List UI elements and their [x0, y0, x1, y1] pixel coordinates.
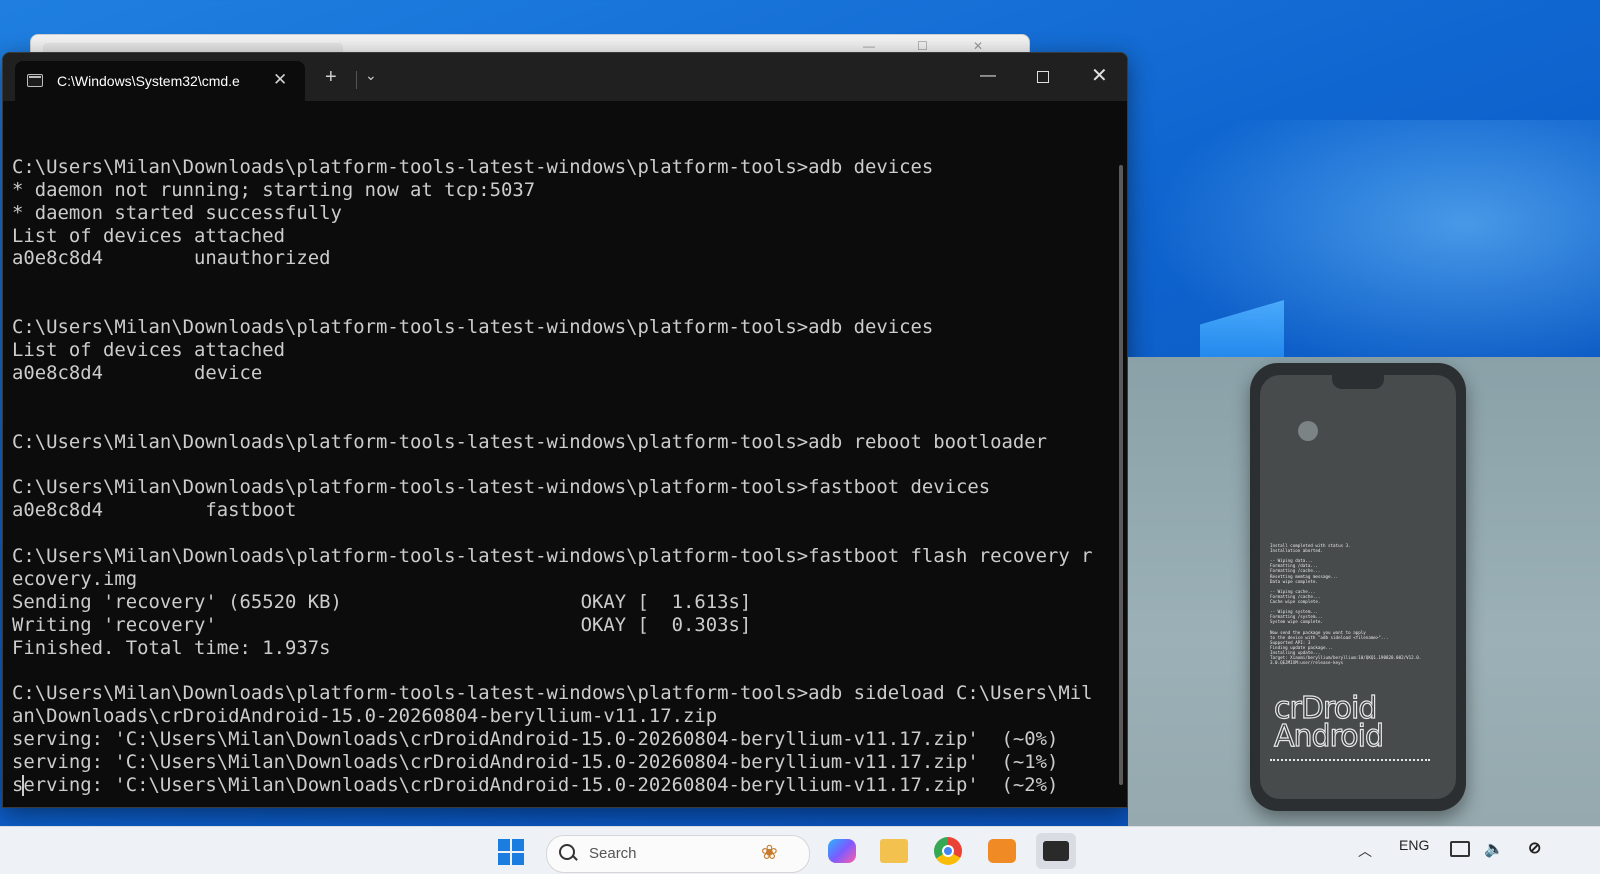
chevron-down-icon[interactable]: ⌄ — [365, 67, 377, 84]
tab-cmd[interactable]: C:\Windows\System32\cmd.e ✕ — [15, 61, 305, 101]
phone-screen: Install completed with status 3. Install… — [1260, 375, 1456, 799]
console-line: C:\Users\Milan\Downloads\platform-tools-… — [12, 476, 991, 499]
notification-icon[interactable]: ⊘ — [1528, 838, 1541, 858]
store-icon[interactable] — [988, 839, 1016, 863]
cmd-icon — [27, 74, 43, 87]
console-line: an\Downloads\crDroidAndroid-15.0-2026080… — [12, 705, 718, 728]
volume-icon[interactable]: 🔈 — [1484, 839, 1504, 859]
console-line: serving: 'C:\Users\Milan\Downloads\crDro… — [12, 751, 1059, 774]
recovery-log: Install completed with status 3. Install… — [1270, 543, 1422, 666]
console-line: List of devices attached — [12, 339, 285, 362]
console-line: a0e8c8d4 unauthorized — [12, 247, 331, 270]
logo-line-2: Android — [1273, 719, 1384, 754]
progress-dots — [1270, 759, 1430, 761]
phone-notch — [1332, 375, 1384, 389]
terminal-window[interactable]: C:\Windows\System32\cmd.e ✕ + ⌄ — ✕ C:\U… — [2, 52, 1128, 808]
tray-chevron-up-icon[interactable]: ︿ — [1358, 841, 1372, 861]
console-line: C:\Users\Milan\Downloads\platform-tools-… — [12, 316, 934, 339]
network-icon[interactable] — [1450, 841, 1470, 857]
console-line: * daemon started successfully — [12, 201, 342, 224]
console-line: Finished. Total time: 1.937s — [12, 636, 331, 659]
maximize-button[interactable] — [1037, 71, 1049, 83]
chrome-icon[interactable] — [934, 837, 962, 865]
background-maximize-icon[interactable]: ☐ — [917, 39, 928, 53]
search-placeholder: Search — [589, 845, 637, 862]
tab-separator — [356, 71, 357, 89]
terminal-titlebar[interactable]: C:\Windows\System32\cmd.e ✕ + ⌄ — ✕ — [3, 53, 1127, 101]
phone-video-overlay: Install completed with status 3. Install… — [1128, 357, 1600, 827]
close-window-button[interactable]: ✕ — [1091, 63, 1108, 88]
close-tab-icon[interactable]: ✕ — [273, 70, 287, 90]
search-highlight-icon: ❀ — [761, 842, 778, 864]
terminal-taskbar-icon[interactable] — [1036, 833, 1076, 869]
scrollbar[interactable] — [1119, 165, 1123, 785]
background-close-icon[interactable]: ✕ — [973, 39, 983, 53]
console-line: Writing 'recovery' OKAY [ 0.303s] — [12, 613, 752, 636]
windows-start-icon[interactable] — [498, 839, 524, 865]
console-output[interactable]: C:\Users\Milan\Downloads\platform-tools-… — [12, 133, 1112, 797]
console-line: Sending 'recovery' (65520 KB) OKAY [ 1.6… — [12, 590, 752, 613]
console-line: C:\Users\Milan\Downloads\platform-tools-… — [12, 430, 1047, 453]
console-line: * daemon not running; starting now at tc… — [12, 178, 536, 201]
console-line: a0e8c8d4 fastboot — [12, 499, 297, 522]
text-cursor — [22, 775, 24, 796]
new-tab-button[interactable]: + — [325, 67, 337, 87]
console-line: C:\Users\Milan\Downloads\platform-tools-… — [12, 155, 934, 178]
phone-touch-dot — [1298, 421, 1318, 441]
taskbar: Search ❀ ︿ ENG 🔈 ⊘ — [0, 826, 1600, 874]
console-line: a0e8c8d4 device — [12, 361, 263, 384]
background-minimize-icon[interactable]: — — [863, 39, 875, 53]
file-explorer-icon[interactable] — [880, 839, 908, 863]
search-icon — [559, 844, 575, 860]
copilot-icon[interactable] — [828, 839, 856, 863]
tab-title: C:\Windows\System32\cmd.e — [57, 73, 240, 89]
console-line: C:\Users\Milan\Downloads\platform-tools-… — [12, 545, 1093, 568]
console-line: List of devices attached — [12, 224, 285, 247]
language-indicator[interactable]: ENG — [1399, 837, 1429, 853]
phone-device: Install completed with status 3. Install… — [1250, 363, 1466, 811]
taskbar-search-box[interactable]: Search ❀ — [546, 835, 810, 873]
console-line: C:\Users\Milan\Downloads\platform-tools-… — [12, 682, 1093, 705]
console-line: serving: 'C:\Users\Milan\Downloads\crDro… — [12, 773, 1059, 796]
crdroid-logo: crDroid Android — [1273, 693, 1444, 754]
console-line: serving: 'C:\Users\Milan\Downloads\crDro… — [12, 728, 1059, 751]
minimize-button[interactable]: — — [980, 67, 996, 85]
console-line: ecovery.img — [12, 567, 138, 590]
